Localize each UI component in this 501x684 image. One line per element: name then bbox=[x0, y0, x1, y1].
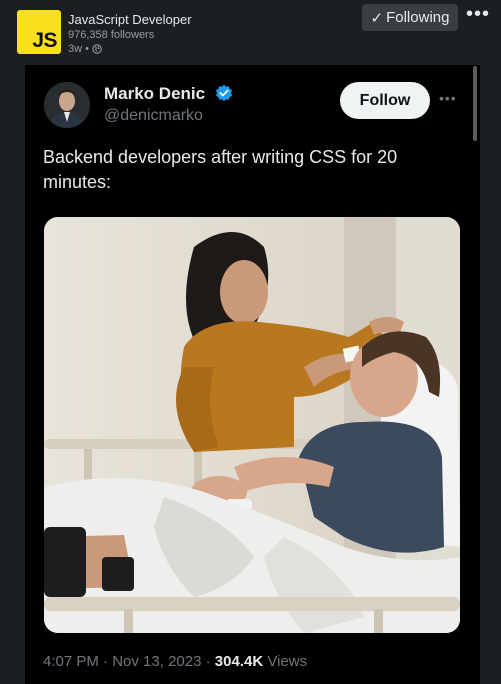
page-name[interactable]: JavaScript Developer bbox=[68, 12, 192, 27]
follower-count: 976,358 followers bbox=[68, 29, 155, 41]
post-meta: 3w • bbox=[68, 43, 102, 55]
more-horizontal-icon[interactable]: ••• bbox=[439, 90, 457, 106]
page-logo[interactable]: JS bbox=[17, 10, 61, 54]
follow-button[interactable]: Follow bbox=[340, 82, 430, 119]
views-count: 304.4K bbox=[214, 653, 264, 670]
author-handle[interactable]: @denicmarko bbox=[104, 107, 203, 125]
meta-separator: · bbox=[205, 653, 215, 670]
more-horizontal-icon[interactable]: ••• bbox=[463, 4, 493, 31]
views-label: Views bbox=[267, 653, 308, 670]
post-header: JS JavaScript Developer 976,358 follower… bbox=[0, 0, 501, 58]
globe-icon bbox=[92, 44, 102, 54]
logo-text: JS bbox=[32, 29, 57, 52]
hospital-photo-illustration bbox=[44, 217, 460, 633]
tweet-photo[interactable] bbox=[44, 217, 460, 633]
checkmark-icon: ✓ bbox=[370, 9, 384, 27]
author-name[interactable]: Marko Denic bbox=[104, 84, 205, 104]
scrollbar[interactable] bbox=[473, 66, 477, 141]
following-button[interactable]: ✓ Following bbox=[362, 4, 458, 31]
post-age: 3w • bbox=[68, 43, 89, 55]
following-label: Following bbox=[386, 9, 450, 26]
tweet-date[interactable]: Nov 13, 2023 bbox=[112, 653, 201, 670]
meta-separator: · bbox=[103, 653, 113, 670]
tweet-screenshot[interactable]: Marko Denic @denicmarko Follow ••• Backe… bbox=[25, 65, 480, 684]
tweet-meta: 4:07 PM · Nov 13, 2023 · 304.4K Views bbox=[43, 653, 307, 670]
tweet-text: Backend developers after writing CSS for… bbox=[43, 147, 398, 192]
avatar bbox=[44, 82, 90, 128]
tweet-time[interactable]: 4:07 PM bbox=[43, 653, 99, 670]
verified-badge-icon bbox=[216, 84, 232, 102]
